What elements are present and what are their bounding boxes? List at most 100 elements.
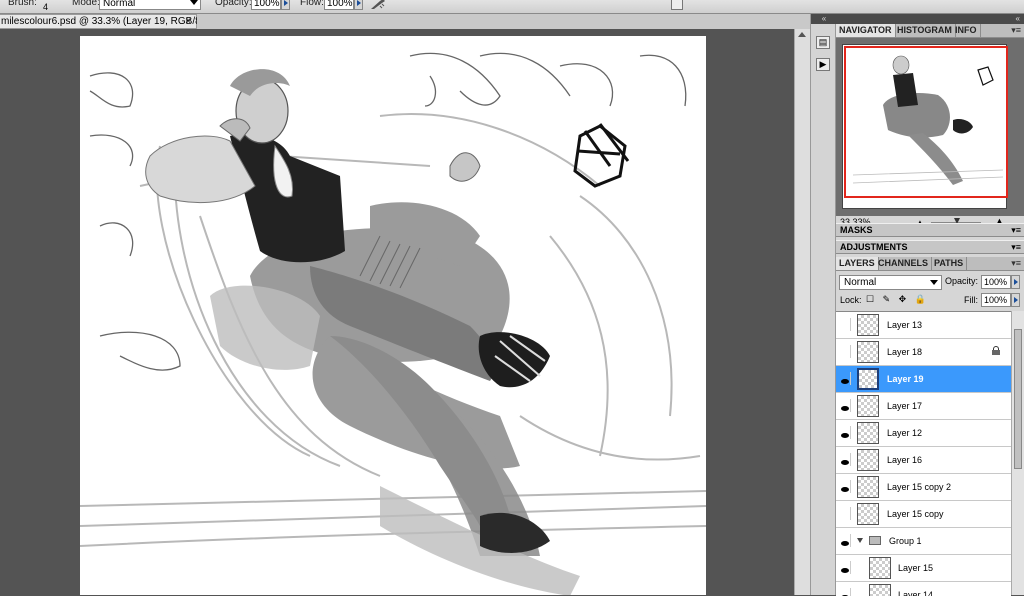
- eye-icon: [841, 460, 849, 465]
- visibility-toggle[interactable]: [838, 453, 851, 466]
- layers-scrollbar-thumb[interactable]: [1014, 329, 1022, 469]
- visibility-toggle[interactable]: [838, 534, 851, 547]
- masks-label: MASKS: [840, 225, 873, 235]
- opacity-input[interactable]: 100%: [251, 0, 281, 10]
- layers-menu-icon[interactable]: ▾≡: [1011, 257, 1021, 270]
- layer-thumbnail[interactable]: [857, 476, 879, 498]
- layer-group-row[interactable]: Group 1: [836, 528, 1011, 555]
- layer-row[interactable]: Layer 14: [836, 582, 1011, 596]
- tab-histogram[interactable]: HISTOGRAM: [894, 24, 956, 37]
- layer-thumbnail[interactable]: [857, 503, 879, 525]
- navigator-panel: [836, 38, 1024, 216]
- tab-info[interactable]: INFO: [952, 24, 981, 37]
- layers-tab-row: LAYERS CHANNELS PATHS ▾≡: [836, 257, 1024, 271]
- layer-row[interactable]: Layer 15 copy 2: [836, 474, 1011, 501]
- right-panel-dock: « NAVIGATOR HISTOGRAM INFO ▾≡ 33.33% ▲ ▲: [836, 14, 1024, 596]
- fill-label: Fill:: [964, 295, 978, 305]
- layer-row[interactable]: Layer 19: [836, 366, 1011, 393]
- tab-channels[interactable]: CHANNELS: [875, 257, 933, 270]
- layer-name[interactable]: Layer 15 copy 2: [887, 482, 951, 492]
- layer-thumbnail[interactable]: [857, 422, 879, 444]
- layer-name[interactable]: Layer 18: [887, 347, 922, 357]
- masks-panel-header[interactable]: MASKS ▾≡: [836, 223, 1024, 237]
- visibility-toggle[interactable]: [838, 426, 851, 439]
- adjustments-panel-header[interactable]: ADJUSTMENTS ▾≡: [836, 240, 1024, 254]
- layer-row[interactable]: Layer 18: [836, 339, 1011, 366]
- layer-thumbnail[interactable]: [869, 584, 891, 596]
- mode-value: Normal: [103, 0, 136, 9]
- eye-icon: [841, 487, 849, 492]
- layer-thumbnail[interactable]: [857, 449, 879, 471]
- flow-input[interactable]: 100%: [324, 0, 354, 10]
- navigator-view-box[interactable]: [844, 46, 1008, 198]
- layer-name[interactable]: Layer 15 copy: [887, 509, 944, 519]
- layers-scrollbar[interactable]: [1011, 311, 1024, 595]
- tool-options-bar: Brush: 4 Mode: Normal Opacity: 100% Flow…: [0, 0, 1024, 14]
- actions-panel-icon[interactable]: ▶: [816, 58, 830, 71]
- expand-triangle-icon[interactable]: [857, 538, 863, 543]
- masks-menu-icon[interactable]: ▾≡: [1011, 224, 1021, 236]
- layer-thumbnail[interactable]: [857, 395, 879, 417]
- layer-opacity-label: Opacity:: [945, 276, 979, 286]
- visibility-toggle[interactable]: [838, 507, 851, 520]
- layer-name[interactable]: Layer 16: [887, 455, 922, 465]
- document-canvas[interactable]: [80, 36, 706, 595]
- layer-row[interactable]: Layer 17: [836, 393, 1011, 420]
- layer-row[interactable]: Layer 15 copy: [836, 501, 1011, 528]
- fill-slider-button[interactable]: [1011, 293, 1020, 307]
- layer-thumbnail[interactable]: [857, 314, 879, 336]
- canvas-vertical-scrollbar[interactable]: [794, 29, 810, 595]
- lock-icons[interactable]: ☐ ✎ ✥ 🔒: [866, 294, 929, 305]
- mode-label: Mode:: [72, 0, 100, 8]
- canvas-workspace[interactable]: [0, 29, 794, 595]
- visibility-toggle[interactable]: [838, 561, 851, 574]
- layer-row[interactable]: Layer 13: [836, 312, 1011, 339]
- adjustments-label: ADJUSTMENTS: [840, 242, 908, 252]
- flow-label: Flow:: [300, 0, 324, 8]
- close-icon[interactable]: ×: [185, 15, 191, 28]
- eye-icon: [841, 541, 849, 546]
- adjustments-menu-icon[interactable]: ▾≡: [1011, 241, 1021, 253]
- layer-row[interactable]: Layer 12: [836, 420, 1011, 447]
- history-panel-icon[interactable]: ▤: [816, 36, 830, 49]
- navigator-tab-row: NAVIGATOR HISTOGRAM INFO ▾≡: [836, 24, 1024, 38]
- layer-name[interactable]: Group 1: [889, 536, 922, 546]
- visibility-toggle[interactable]: [838, 345, 851, 358]
- opacity-slider-button[interactable]: [281, 0, 290, 10]
- lock-icon: [992, 346, 1000, 355]
- collapse-panels-icon[interactable]: «: [1016, 14, 1020, 23]
- layers-list: Layer 13 Layer 18 Layer 19 Layer 17 Layer 12…: [836, 311, 1011, 596]
- layer-name[interactable]: Layer 13: [887, 320, 922, 330]
- brush-size-preset[interactable]: 4: [43, 2, 48, 12]
- visibility-toggle[interactable]: [838, 318, 851, 331]
- panel-toggle-icon[interactable]: [671, 0, 683, 10]
- document-tab[interactable]: milescolour6.psd @ 33.3% (Layer 19, RGB/…: [0, 14, 204, 29]
- tab-paths[interactable]: PATHS: [931, 257, 968, 270]
- visibility-toggle[interactable]: [838, 399, 851, 412]
- fill-input[interactable]: 100%: [981, 293, 1011, 307]
- panel-menu-icon[interactable]: ▾≡: [1011, 24, 1021, 37]
- layer-row[interactable]: Layer 16: [836, 447, 1011, 474]
- tab-layers[interactable]: LAYERS: [836, 257, 879, 270]
- collapse-icon[interactable]: «: [811, 14, 837, 24]
- flow-slider-button[interactable]: [354, 0, 363, 10]
- layer-name[interactable]: Layer 19: [887, 374, 924, 384]
- scroll-up-icon[interactable]: [798, 32, 806, 37]
- visibility-toggle[interactable]: [838, 480, 851, 493]
- visibility-toggle[interactable]: [838, 372, 851, 385]
- layer-thumbnail[interactable]: [869, 557, 891, 579]
- mode-select[interactable]: Normal: [99, 0, 201, 10]
- layer-name[interactable]: Layer 17: [887, 401, 922, 411]
- tab-navigator[interactable]: NAVIGATOR: [836, 24, 896, 37]
- layer-thumbnail[interactable]: [857, 368, 879, 390]
- blend-mode-select[interactable]: Normal: [839, 275, 942, 290]
- eye-icon: [841, 379, 849, 384]
- airbrush-icon[interactable]: [370, 0, 386, 10]
- layer-row[interactable]: Layer 15: [836, 555, 1011, 582]
- layer-opacity-slider-button[interactable]: [1011, 275, 1020, 289]
- layer-name[interactable]: Layer 15: [898, 563, 933, 573]
- layer-name[interactable]: Layer 12: [887, 428, 922, 438]
- layer-opacity-input[interactable]: 100%: [981, 275, 1011, 289]
- layer-name[interactable]: Layer 14: [898, 590, 933, 596]
- layer-thumbnail[interactable]: [857, 341, 879, 363]
